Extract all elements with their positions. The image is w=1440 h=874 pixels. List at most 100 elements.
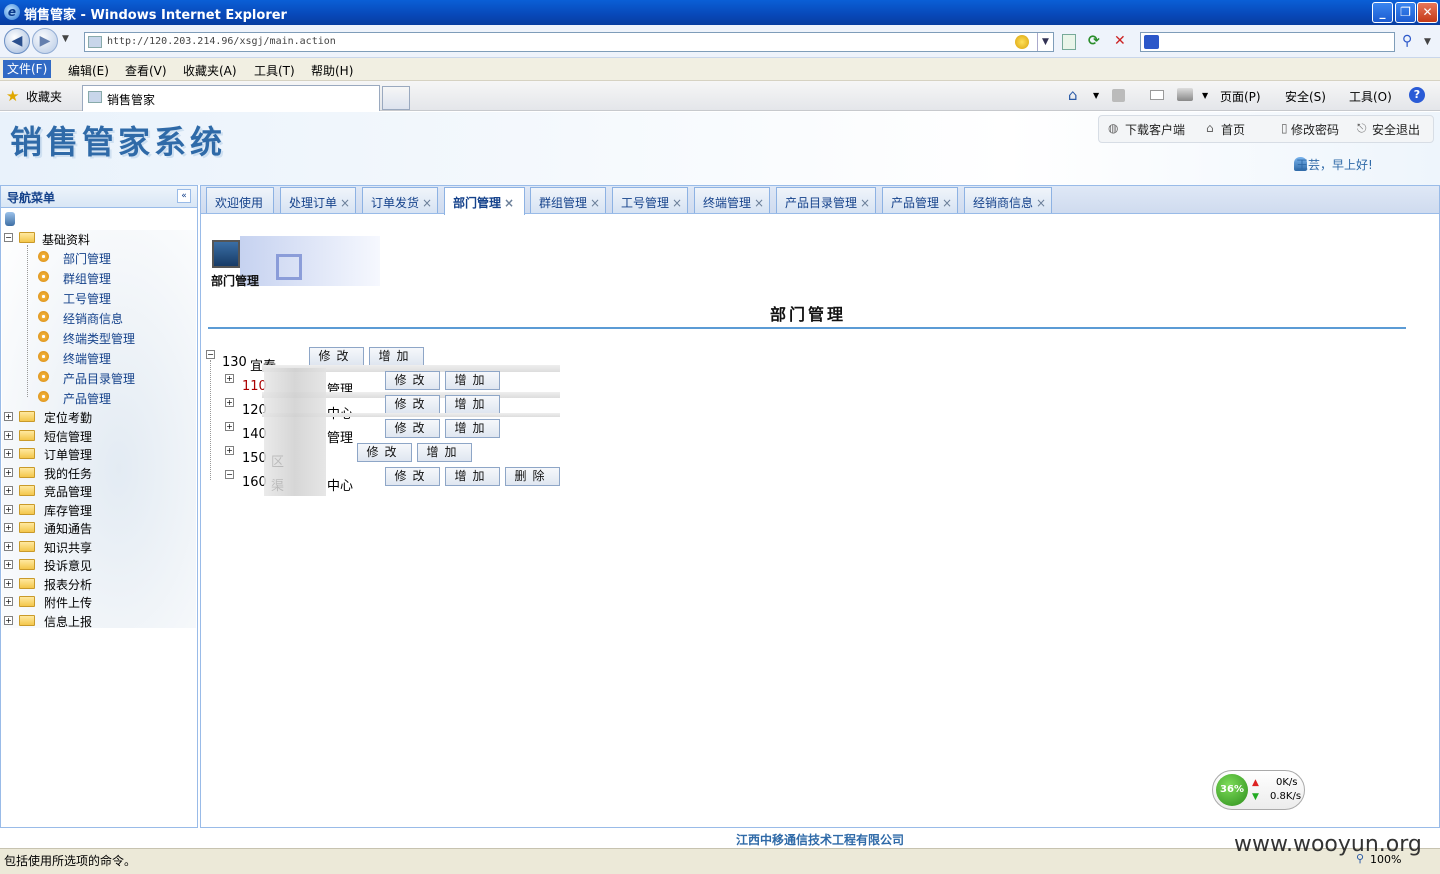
nav-item-dept[interactable]: 部门管理: [63, 250, 111, 267]
nav-collapse-button[interactable]: «: [177, 189, 191, 203]
stop-icon[interactable]: ✕: [1114, 33, 1126, 49]
dept-expand-icon[interactable]: +: [225, 398, 234, 407]
nav-item-terminal[interactable]: 终端管理: [63, 350, 111, 367]
menu-favorites[interactable]: 收藏夹(A): [183, 62, 237, 79]
tree-expand-icon[interactable]: +: [4, 542, 13, 551]
nav-group-sms[interactable]: 短信管理: [44, 428, 92, 445]
favorites-button[interactable]: 收藏夹: [26, 88, 62, 105]
refresh-icon[interactable]: ⟳: [1088, 33, 1100, 49]
tab-group-mgmt[interactable]: 群组管理 ×: [530, 187, 606, 213]
tab-process-order[interactable]: 处理订单 ×: [280, 187, 356, 213]
nav-item-terminal-type[interactable]: 终端类型管理: [63, 330, 135, 347]
tab-close-icon[interactable]: ×: [1036, 196, 1046, 210]
tree-expand-icon[interactable]: +: [4, 468, 13, 477]
tab-dealer-info[interactable]: 经销商信息 ×: [964, 187, 1052, 213]
address-input[interactable]: http://120.203.214.96/xsgj/main.action ▼: [84, 32, 1054, 52]
menu-tools[interactable]: 工具(T): [254, 62, 295, 79]
logout-link[interactable]: 安全退出: [1372, 121, 1420, 138]
mail-icon[interactable]: [1150, 90, 1164, 100]
nav-group-notice[interactable]: 通知通告: [44, 520, 92, 537]
nav-root-basic[interactable]: 基础资料: [42, 231, 90, 248]
page-menu[interactable]: 页面(P): [1220, 88, 1261, 105]
tree-expand-icon[interactable]: +: [4, 412, 13, 421]
tab-close-icon[interactable]: ×: [504, 196, 514, 210]
tree-collapse-icon[interactable]: −: [4, 233, 13, 242]
tree-expand-icon[interactable]: +: [4, 523, 13, 532]
tree-expand-icon[interactable]: +: [4, 449, 13, 458]
search-options-icon[interactable]: ▼: [1424, 37, 1431, 47]
nav-group-reports[interactable]: 报表分析: [44, 576, 92, 593]
dept-delete-button[interactable]: 删除: [505, 467, 560, 486]
search-input[interactable]: [1140, 32, 1395, 52]
minimize-button[interactable]: _: [1372, 2, 1393, 23]
close-window-button[interactable]: ✕: [1417, 2, 1438, 23]
dept-add-button[interactable]: 增加: [445, 395, 500, 414]
dept-expand-icon[interactable]: +: [225, 422, 234, 431]
tab-welcome[interactable]: 欢迎使用: [206, 187, 274, 213]
dept-add-button[interactable]: 增加: [417, 443, 472, 462]
new-tab-button[interactable]: [382, 86, 410, 110]
nav-group-inventory[interactable]: 库存管理: [44, 502, 92, 519]
home-dropdown-icon[interactable]: ▼: [1093, 91, 1099, 100]
nav-item-product-catalog[interactable]: 产品目录管理: [63, 370, 135, 387]
dept-edit-button[interactable]: 修改: [385, 395, 440, 414]
tree-expand-icon[interactable]: +: [4, 431, 13, 440]
dept-expand-icon[interactable]: +: [225, 374, 234, 383]
download-client-link[interactable]: 下载客户端: [1125, 121, 1185, 138]
forward-button[interactable]: ▶: [32, 28, 58, 54]
nav-group-orders[interactable]: 订单管理: [44, 446, 92, 463]
nav-group-location[interactable]: 定位考勤: [44, 409, 92, 426]
tree-expand-icon[interactable]: +: [4, 486, 13, 495]
history-dropdown-icon[interactable]: ▼: [62, 34, 69, 44]
tab-product-mgmt[interactable]: 产品管理 ×: [882, 187, 958, 213]
dept-add-button[interactable]: 增加: [445, 371, 500, 390]
nav-item-product[interactable]: 产品管理: [63, 390, 111, 407]
dept-add-button[interactable]: 增加: [445, 419, 500, 438]
change-password-link[interactable]: 修改密码: [1291, 121, 1339, 138]
dept-collapse-icon[interactable]: −: [225, 470, 234, 479]
compat-view-icon[interactable]: [1062, 34, 1076, 50]
tab-close-icon[interactable]: ×: [672, 196, 682, 210]
dept-root-add-button[interactable]: 增加: [369, 347, 424, 366]
tools-menu[interactable]: 工具(O): [1349, 88, 1392, 105]
tab-order-ship[interactable]: 订单发货 ×: [362, 187, 438, 213]
tab-close-icon[interactable]: ×: [860, 196, 870, 210]
menu-file[interactable]: 文件(F): [3, 60, 52, 78]
tab-terminal-mgmt[interactable]: 终端管理 ×: [694, 187, 770, 213]
dept-edit-button[interactable]: 修改: [385, 419, 440, 438]
search-go-icon[interactable]: ⚲: [1402, 33, 1412, 49]
nav-group-tasks[interactable]: 我的任务: [44, 465, 92, 482]
help-icon[interactable]: ?: [1409, 87, 1425, 103]
menu-edit[interactable]: 编辑(E): [68, 62, 109, 79]
restore-button[interactable]: ❐: [1395, 2, 1416, 23]
dept-tree-collapse-icon[interactable]: −: [206, 350, 215, 359]
home-icon[interactable]: ⌂: [1068, 86, 1078, 104]
tree-expand-icon[interactable]: +: [4, 597, 13, 606]
dept-edit-button[interactable]: 修改: [385, 467, 440, 486]
back-button[interactable]: ◀: [4, 28, 30, 54]
tree-expand-icon[interactable]: +: [4, 560, 13, 569]
tree-expand-icon[interactable]: +: [4, 616, 13, 625]
rss-icon[interactable]: [1112, 89, 1125, 102]
tab-close-icon[interactable]: ×: [422, 196, 432, 210]
nav-group-competitor[interactable]: 竞品管理: [44, 483, 92, 500]
dept-add-button[interactable]: 增加: [445, 467, 500, 486]
tree-expand-icon[interactable]: +: [4, 505, 13, 514]
address-dropdown-icon[interactable]: ▼: [1037, 33, 1053, 51]
nav-item-worker-id[interactable]: 工号管理: [63, 290, 111, 307]
nav-item-dealer[interactable]: 经销商信息: [63, 310, 123, 327]
tree-expand-icon[interactable]: +: [4, 579, 13, 588]
nav-group-info-report[interactable]: 信息上报: [44, 613, 92, 630]
nav-group-complaint[interactable]: 投诉意见: [44, 557, 92, 574]
dept-edit-button[interactable]: 修改: [385, 371, 440, 390]
tab-close-icon[interactable]: ×: [590, 196, 600, 210]
menu-view[interactable]: 查看(V): [125, 62, 167, 79]
compat-icon[interactable]: [1015, 35, 1029, 49]
nav-group-attachments[interactable]: 附件上传: [44, 594, 92, 611]
nav-group-knowledge[interactable]: 知识共享: [44, 539, 92, 556]
dept-edit-button[interactable]: 修改: [357, 443, 412, 462]
menu-help[interactable]: 帮助(H): [311, 62, 353, 79]
tab-dept-mgmt[interactable]: 部门管理 ×: [444, 187, 525, 215]
safety-menu[interactable]: 安全(S): [1285, 88, 1326, 105]
tab-product-catalog[interactable]: 产品目录管理 ×: [776, 187, 876, 213]
